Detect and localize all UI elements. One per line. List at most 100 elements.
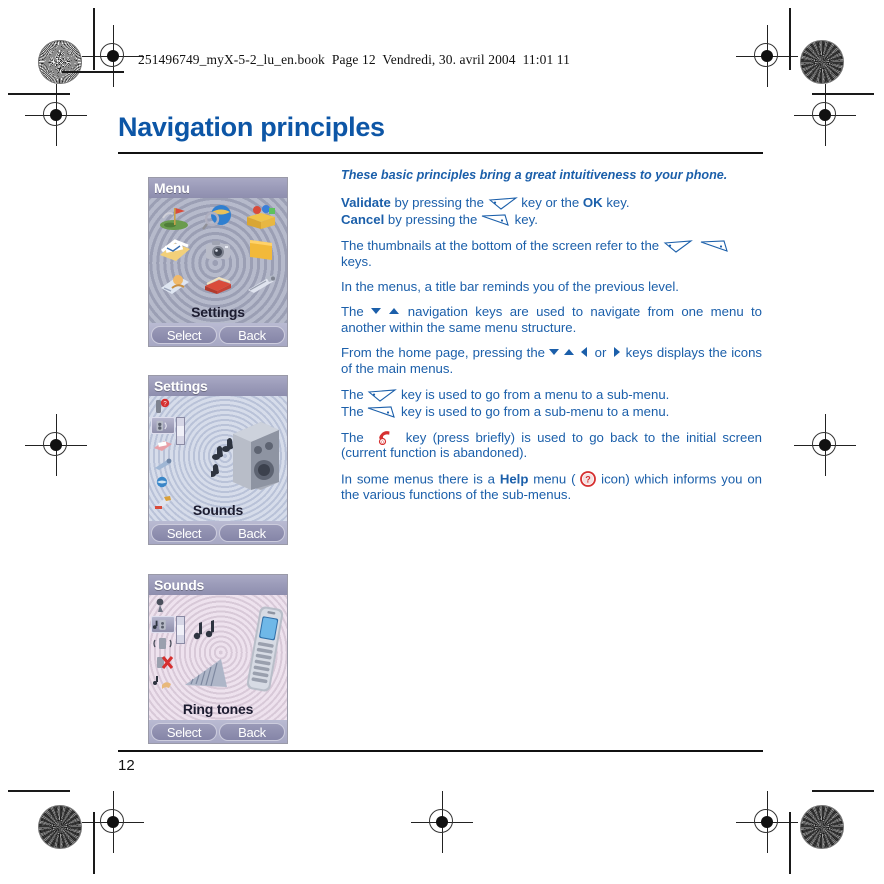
arrow-left-icon: [579, 347, 590, 358]
trim-line-bottom-vertical-right: [789, 812, 791, 874]
sounds-scrollbar-thumb[interactable]: [177, 625, 184, 635]
screenshot-sounds: Sounds Ring tones Select Back: [148, 574, 288, 744]
vibrate-icon[interactable]: [151, 635, 175, 652]
title-divider: [118, 152, 763, 155]
screenshot-settings-titlebar: Settings: [149, 376, 287, 396]
registration-crosshair-top-left-inner: [82, 25, 144, 87]
right-soft-text-1: The: [341, 404, 368, 420]
right-soft-key-icon: [481, 214, 511, 227]
right-soft-key-icon: [700, 240, 730, 253]
screenshot-menu-titlebar: Menu: [149, 178, 287, 198]
footer-divider: [118, 750, 763, 753]
toolbox-icon[interactable]: [244, 202, 278, 232]
help-paragraph: In some menus there is a Help menu ( ? i…: [341, 470, 762, 502]
screenshot-sounds-titlebar: Sounds: [149, 575, 287, 595]
arrow-up-icon: [564, 347, 575, 358]
keys-icon[interactable]: [151, 455, 175, 472]
sounds-scrollbar[interactable]: [176, 616, 185, 644]
nav-keys-text-1: The: [341, 304, 372, 320]
home-page-paragraph: From the home page, pressing the or keys…: [341, 345, 762, 376]
arrow-right-icon: [611, 347, 622, 358]
home-page-text-1: From the home page, pressing the: [341, 345, 550, 361]
settings-back-softkey[interactable]: Back: [219, 523, 285, 542]
screenshot-settings-softkeys: Select Back: [149, 521, 287, 544]
screenshot-sounds-caption: Ring tones: [182, 701, 254, 717]
screenshot-settings: Settings ? Sounds Select Back: [148, 375, 288, 545]
folder-icon[interactable]: [244, 235, 278, 265]
trim-line-right-horizontal-top: [812, 93, 874, 95]
settings-select-softkey[interactable]: Select: [151, 523, 217, 542]
screenshot-menu-softkeys: Select Back: [149, 323, 287, 346]
thumbnails-text-1: The thumbnails at the bottom of the scre…: [341, 238, 663, 254]
silent-icon[interactable]: [151, 654, 175, 671]
validate-text-3: key.: [602, 195, 630, 211]
ok-key-label: OK: [582, 195, 603, 211]
browser-icon[interactable]: [201, 202, 235, 232]
registration-crosshair-bottom-right-inner: [736, 791, 798, 853]
registration-crosshair-bottom-center: [411, 791, 473, 853]
menu-back-softkey[interactable]: Back: [219, 325, 285, 344]
left-soft-key-icon: [488, 197, 518, 211]
cancel-text-1: by pressing the: [384, 211, 482, 227]
registration-crosshair-right-upper: [794, 84, 856, 146]
registration-starburst-top-left: [38, 40, 82, 84]
menu-icon-grid: [153, 200, 283, 300]
registration-crosshair-left-upper: [25, 84, 87, 146]
page-number: 12: [118, 757, 135, 774]
display-icon[interactable]: [151, 436, 175, 453]
thumbnails-text-2: keys.: [341, 253, 372, 269]
speaker-icon: [208, 408, 283, 492]
page-title: Navigation principles: [118, 112, 385, 142]
hangup-paragraph: The 0 key (press briefly) is used to go …: [341, 430, 762, 461]
organiser-icon[interactable]: [201, 268, 235, 298]
left-soft-key-icon: [663, 240, 693, 253]
red-hangup-key-icon: 0: [376, 430, 393, 446]
messages-icon[interactable]: [158, 235, 192, 265]
validate-text-2: key or the: [517, 195, 583, 211]
settings-icon[interactable]: [244, 268, 278, 298]
help-icon[interactable]: ?: [151, 398, 175, 415]
screenshot-menu-caption: Settings: [191, 304, 245, 320]
settings-sidebar: ?: [151, 398, 181, 510]
softkey-usage-block: The key is used to go from a menu to a s…: [341, 386, 762, 420]
trim-line-right-horizontal-bottom: [812, 790, 874, 792]
volume-icon[interactable]: [151, 597, 175, 614]
help-text-2: menu (: [528, 471, 581, 487]
trim-line-left-horizontal-bottom: [8, 790, 70, 792]
network-icon[interactable]: [151, 474, 175, 491]
sounds-select-softkey[interactable]: Select: [151, 722, 217, 741]
arrow-down-icon: [371, 306, 382, 317]
left-soft-key-icon: [367, 389, 398, 402]
sounds-back-softkey[interactable]: Back: [219, 722, 285, 741]
menu-select-softkey[interactable]: Select: [151, 325, 217, 344]
nav-keys-paragraph: The navigation keys are used to navigate…: [341, 304, 762, 335]
ringtones-icon[interactable]: [151, 616, 175, 633]
help-question-icon: ?: [580, 470, 597, 487]
camera-icon[interactable]: [201, 235, 235, 265]
screenshot-settings-canvas: ? Sounds: [149, 396, 287, 521]
sounds-icon[interactable]: [151, 417, 175, 434]
left-soft-text-2: key is used to go from a menu to a sub-m…: [397, 387, 670, 403]
registration-crosshair-left-lower: [25, 414, 87, 476]
registration-starburst-top-right: [800, 40, 844, 84]
validate-label: Validate: [341, 195, 391, 211]
contacts-icon[interactable]: [158, 268, 192, 298]
svg-text:0: 0: [381, 440, 384, 445]
sounds-music-notes: [193, 619, 227, 647]
hangup-text-1: The: [341, 430, 370, 446]
arrow-up-icon: [389, 306, 400, 317]
settings-scrollbar-thumb[interactable]: [177, 426, 184, 436]
games-icon[interactable]: [158, 202, 192, 232]
mobile-phone-icon: [245, 603, 285, 695]
registration-starburst-bottom-right: [800, 805, 844, 849]
alerts-icon[interactable]: [151, 673, 175, 690]
intro-sentence: These basic principles bring a great int…: [341, 168, 728, 182]
titlebar-paragraph: In the menus, a title bar reminds you of…: [341, 279, 679, 295]
settings-scrollbar[interactable]: [176, 417, 185, 445]
screenshot-menu-canvas: Settings: [149, 198, 287, 323]
trim-line-header-underline: [62, 71, 124, 73]
screenshot-settings-caption: Sounds: [192, 502, 244, 518]
registration-crosshair-right-lower: [794, 414, 856, 476]
registration-crosshair-bottom-left-inner: [82, 791, 144, 853]
home-page-text-2: or: [590, 345, 611, 361]
